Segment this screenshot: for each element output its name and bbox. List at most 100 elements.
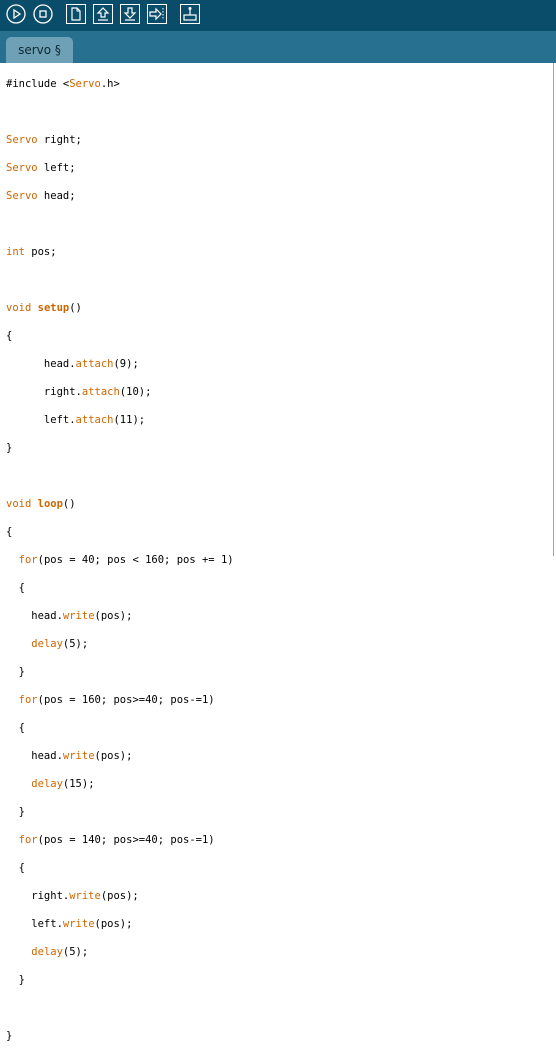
code-line: left.write(pos); <box>6 917 234 931</box>
code-token: for <box>18 694 38 706</box>
code-token: () <box>69 302 82 314</box>
save-button[interactable] <box>120 4 140 24</box>
code-line: right.write(pos); <box>6 889 234 903</box>
code-token: } <box>6 1030 13 1042</box>
code-line: } <box>6 665 234 679</box>
code-token: { <box>6 722 25 734</box>
serial-monitor-icon <box>180 4 200 24</box>
code-token: attach <box>75 358 114 370</box>
code-token: delay <box>31 946 63 958</box>
code-line: { <box>6 329 234 343</box>
code-line: { <box>6 581 234 595</box>
code-token: #include < <box>6 78 70 90</box>
code-token: write <box>62 918 95 930</box>
code-token: Servo <box>6 134 38 146</box>
code-line: left.attach(11); <box>6 413 234 427</box>
code-token: (pos); <box>94 918 133 930</box>
code-line: head.attach(9); <box>6 357 234 371</box>
code-token: } <box>6 974 25 986</box>
code-line: void loop() <box>6 497 234 511</box>
export-icon <box>147 4 167 24</box>
code-token: attach <box>75 414 114 426</box>
code-token: (pos); <box>100 890 139 902</box>
play-icon <box>6 4 26 24</box>
code-token: { <box>6 526 13 538</box>
code-line: Servo left; <box>6 161 234 175</box>
open-icon <box>93 4 113 24</box>
code-token: .h> <box>100 78 120 90</box>
code-token: void <box>6 302 32 314</box>
code-token: { <box>6 862 25 874</box>
tab-bar: servo § <box>0 31 556 63</box>
code-token: } <box>6 666 25 678</box>
code-line: void setup() <box>6 301 234 315</box>
code-token: head. <box>6 358 76 370</box>
new-button[interactable] <box>66 4 86 24</box>
code-token: } <box>6 442 13 454</box>
code-token: right. <box>6 386 82 398</box>
stop-button[interactable] <box>33 4 53 24</box>
code-token: for <box>18 834 38 846</box>
stop-icon <box>33 4 53 24</box>
code-line: head.write(pos); <box>6 749 234 763</box>
code-token: } <box>6 806 25 818</box>
code-token: head; <box>37 190 76 202</box>
code-token: delay <box>31 778 63 790</box>
code-token: (10); <box>119 386 152 398</box>
code-token: left. <box>6 414 76 426</box>
code-text: #include <Servo.h> Servo right; Servo le… <box>6 63 234 1057</box>
code-line: { <box>6 721 234 735</box>
code-line: #include <Servo.h> <box>6 77 234 91</box>
export-button[interactable] <box>147 4 167 24</box>
code-token: left; <box>37 162 76 174</box>
tab-label: servo § <box>18 43 61 57</box>
code-line: Servo head; <box>6 189 234 203</box>
code-token: (pos); <box>94 610 133 622</box>
code-token: Servo <box>69 78 101 90</box>
code-line: head.write(pos); <box>6 609 234 623</box>
code-token: left. <box>6 918 63 930</box>
code-token: right; <box>37 134 82 146</box>
code-token: { <box>6 330 13 342</box>
code-token: void <box>6 498 32 510</box>
code-token: (5); <box>62 946 89 958</box>
code-line: delay(15); <box>6 777 234 791</box>
code-token: head. <box>6 750 63 762</box>
code-token: (5); <box>62 638 89 650</box>
new-file-icon <box>66 4 86 24</box>
serial-monitor-button[interactable] <box>180 4 200 24</box>
code-token: (pos); <box>94 750 133 762</box>
code-line: } <box>6 1029 234 1043</box>
code-token: Servo <box>6 162 38 174</box>
code-line: { <box>6 525 234 539</box>
code-token: delay <box>31 638 63 650</box>
code-token: () <box>62 498 76 510</box>
code-line: } <box>6 805 234 819</box>
code-line: right.attach(10); <box>6 385 234 399</box>
open-button[interactable] <box>93 4 113 24</box>
code-token: write <box>69 890 101 902</box>
code-token: (pos = 160; pos>=40; pos-=1) <box>37 694 215 706</box>
code-line: for(pos = 40; pos < 160; pos += 1) <box>6 553 234 567</box>
code-token: (11); <box>113 414 146 426</box>
code-line: delay(5); <box>6 637 234 651</box>
code-token: loop <box>37 498 63 510</box>
tab-servo[interactable]: servo § <box>6 37 73 63</box>
code-token: (15); <box>62 778 95 790</box>
code-line: delay(5); <box>6 945 234 959</box>
code-editor[interactable]: #include <Servo.h> Servo right; Servo le… <box>0 63 554 1042</box>
code-token: (pos = 140; pos>=40; pos-=1) <box>37 834 215 846</box>
code-token: setup <box>37 302 70 314</box>
code-line: } <box>6 973 234 987</box>
save-icon <box>120 4 140 24</box>
code-line: { <box>6 861 234 875</box>
code-token: head. <box>6 610 63 622</box>
verify-button[interactable] <box>6 4 26 24</box>
